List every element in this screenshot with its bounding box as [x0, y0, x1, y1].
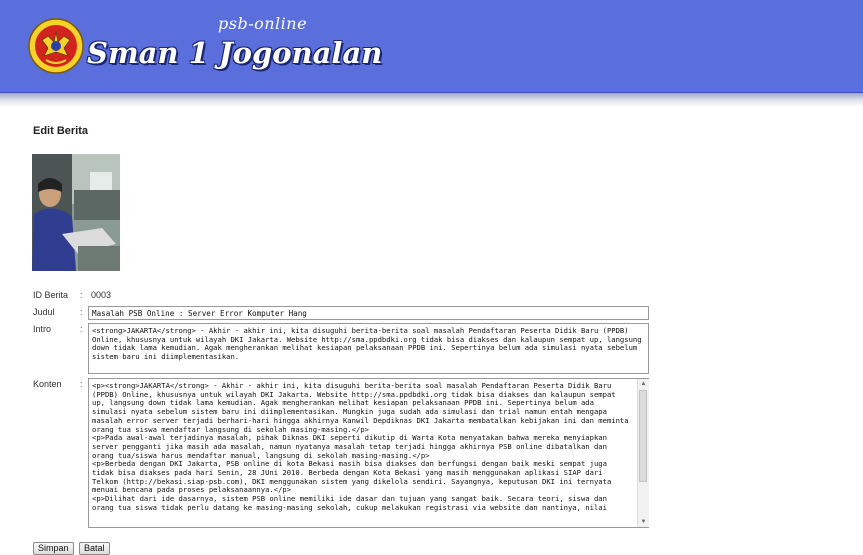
- news-photo: [32, 154, 120, 271]
- intro-colon: :: [80, 324, 83, 334]
- konten-textarea[interactable]: <p><strong>JAKARTA</strong> - Akhir - ak…: [88, 378, 649, 528]
- konten-colon: :: [80, 379, 83, 389]
- judul-colon: :: [80, 307, 83, 317]
- judul-label: Judul: [33, 307, 55, 317]
- konten-scrollbar[interactable]: ▲ ▼: [637, 379, 649, 527]
- id-colon: :: [80, 290, 83, 300]
- intro-textarea[interactable]: <strong>JAKARTA</strong> - Akhir - akhir…: [88, 323, 649, 374]
- intro-label: Intro: [33, 324, 52, 334]
- page-title: Edit Berita: [33, 125, 89, 137]
- site-header: psb-online Sman 1 Jogonalan: [0, 0, 863, 93]
- judul-input[interactable]: Masalah PSB Online : Server Error Komput…: [88, 306, 649, 320]
- id-berita-label: ID Berita: [33, 290, 69, 300]
- cancel-button[interactable]: Batal: [79, 542, 110, 555]
- id-berita-value: 0003: [91, 290, 112, 300]
- site-subtitle: psb-online: [218, 14, 308, 33]
- konten-label: Konten: [33, 379, 62, 389]
- scroll-up-icon[interactable]: ▲: [638, 379, 649, 389]
- header-divider: [0, 93, 863, 107]
- school-logo-icon: [28, 18, 84, 74]
- save-button[interactable]: Simpan: [33, 542, 74, 555]
- scroll-thumb[interactable]: [639, 390, 647, 482]
- scroll-down-icon[interactable]: ▼: [638, 517, 649, 527]
- site-title: Sman 1 Jogonalan: [87, 36, 383, 70]
